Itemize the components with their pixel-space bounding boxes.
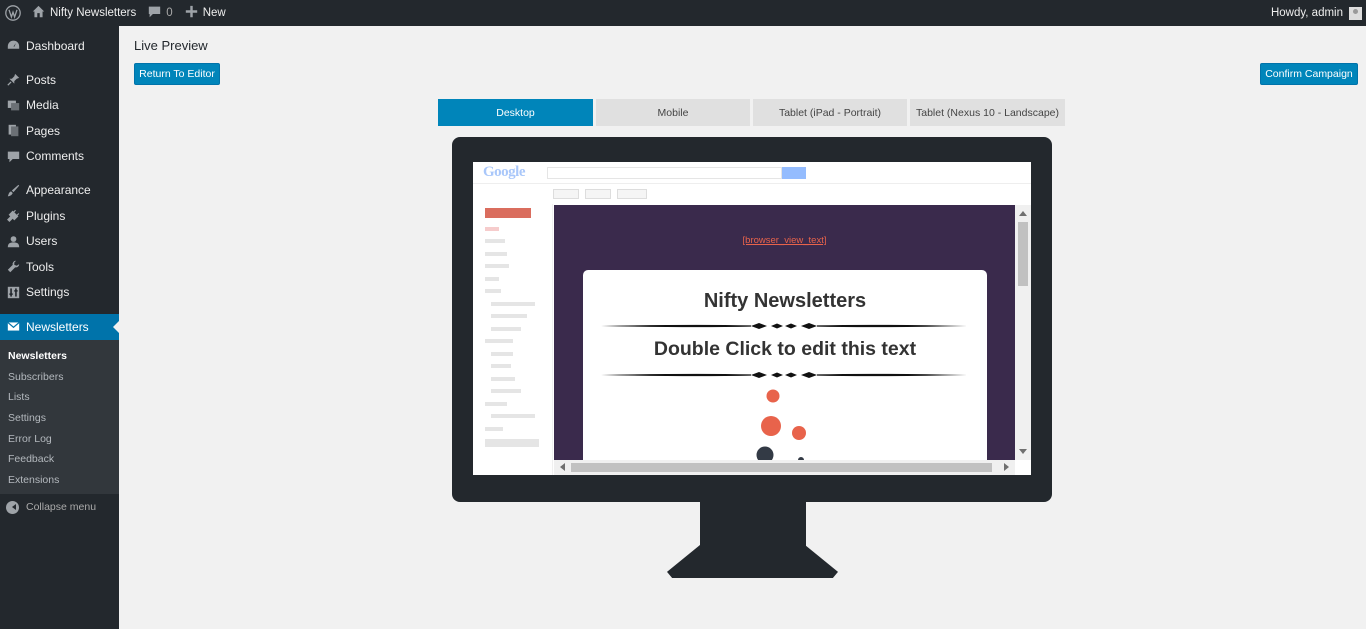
mail-client-logo-text: Google xyxy=(483,164,526,180)
preview-screen: Google [browser_view_text] Nifty Newslet… xyxy=(473,162,1031,475)
media-icon xyxy=(6,98,20,112)
new-label: New xyxy=(202,7,226,19)
wrench-icon xyxy=(6,260,20,274)
sidebar-item-settings[interactable]: Settings xyxy=(0,280,119,306)
vertical-scrollbar[interactable] xyxy=(1015,205,1031,460)
mail-toolbar xyxy=(473,184,1031,204)
sidebar-item-dashboard[interactable]: Dashboard xyxy=(0,33,119,59)
vertical-scroll-thumb[interactable] xyxy=(1018,222,1028,286)
collapse-menu-button[interactable]: Collapse menu xyxy=(0,494,119,520)
newsletters-submenu: Newsletters Subscribers Lists Settings E… xyxy=(0,339,119,495)
home-icon xyxy=(32,5,50,21)
mail-sidebar xyxy=(473,204,553,475)
sidebar-item-pages[interactable]: Pages xyxy=(0,118,119,144)
tab-desktop[interactable]: Desktop xyxy=(438,99,593,126)
plus-icon xyxy=(185,5,203,21)
submenu-item-feedback[interactable]: Feedback xyxy=(0,449,119,470)
sidebar-item-label: Tools xyxy=(26,259,55,274)
return-to-editor-button[interactable]: Return To Editor xyxy=(134,63,220,85)
scroll-right-arrow-icon[interactable] xyxy=(1004,463,1009,471)
site-name: Nifty Newsletters xyxy=(50,7,137,19)
comment-icon xyxy=(6,149,20,163)
sidebar-item-label: Dashboard xyxy=(26,38,85,53)
horizontal-scroll-thumb[interactable] xyxy=(571,463,992,472)
sidebar-item-label: Appearance xyxy=(26,183,91,198)
comments-count: 0 xyxy=(166,7,173,19)
site-name-link[interactable]: Nifty Newsletters xyxy=(26,0,142,26)
sidebar-item-label: Posts xyxy=(26,72,57,87)
tab-tablet-nexus-landscape[interactable]: Tablet (Nexus 10 - Landscape) xyxy=(910,99,1065,126)
browser-view-link[interactable]: [browser_view_text] xyxy=(554,235,1015,246)
tab-tablet-ipad-portrait[interactable]: Tablet (iPad - Portrait) xyxy=(753,99,907,126)
plug-icon xyxy=(6,209,20,223)
mail-toolbar-button xyxy=(617,189,647,199)
monitor-stand-base xyxy=(667,544,838,578)
new-content-link[interactable]: New xyxy=(179,0,232,26)
sidebar-item-label: Comments xyxy=(26,149,85,164)
sidebar-item-label: Plugins xyxy=(26,208,66,223)
mail-client-header: Google xyxy=(473,162,1031,184)
sidebar-item-newsletters[interactable]: Newsletters xyxy=(0,313,119,340)
submenu-item-subscribers[interactable]: Subscribers xyxy=(0,366,119,387)
submenu-item-extensions[interactable]: Extensions xyxy=(0,470,119,491)
brush-icon xyxy=(6,183,20,197)
sidebar-item-plugins[interactable]: Plugins xyxy=(0,203,119,229)
sidebar-item-posts[interactable]: Posts xyxy=(0,67,119,93)
sidebar-item-appearance[interactable]: Appearance xyxy=(0,178,119,204)
mail-client-logo: Google xyxy=(483,164,526,181)
scroll-down-arrow-icon[interactable] xyxy=(1019,449,1027,454)
sidebar-item-label: Settings xyxy=(26,285,70,300)
my-account[interactable]: Howdy, admin xyxy=(1270,6,1366,20)
mail-compose-button xyxy=(485,208,531,218)
sidebar-item-comments[interactable]: Comments xyxy=(0,144,119,170)
scroll-left-arrow-icon[interactable] xyxy=(560,463,565,471)
mail-toolbar-button xyxy=(585,189,611,199)
horizontal-scrollbar[interactable] xyxy=(554,460,1015,475)
submenu-item-settings[interactable]: Settings xyxy=(0,408,119,429)
scroll-up-arrow-icon[interactable] xyxy=(1019,211,1027,216)
howdy-text: Howdy, admin xyxy=(1270,7,1343,19)
sidebar-item-label: Users xyxy=(26,234,58,249)
submenu-item-error-log[interactable]: Error Log xyxy=(0,428,119,449)
dashboard-icon xyxy=(6,39,20,53)
avatar xyxy=(1349,6,1362,20)
sidebar-item-label: Newsletters xyxy=(26,319,89,334)
sidebar-item-users[interactable]: Users xyxy=(0,229,119,255)
device-tabs: Desktop Mobile Tablet (iPad - Portrait) … xyxy=(438,99,1068,126)
collapse-arrow-icon xyxy=(6,500,19,514)
tab-mobile[interactable]: Mobile xyxy=(596,99,750,126)
submenu-item-newsletters[interactable]: Newsletters xyxy=(0,346,119,367)
user-icon xyxy=(6,234,20,248)
admin-sidebar: Dashboard Posts Media Pages Comments App… xyxy=(0,26,119,629)
comments-link[interactable]: 0 xyxy=(142,0,178,26)
wordpress-logo-icon[interactable] xyxy=(0,0,26,26)
sidebar-item-tools[interactable]: Tools xyxy=(0,254,119,280)
pin-icon xyxy=(6,73,20,87)
collapse-menu-label: Collapse menu xyxy=(26,501,97,514)
admin-bar: Nifty Newsletters 0 New Howdy, admin xyxy=(0,0,1366,26)
settings-icon xyxy=(6,285,20,299)
decorative-dots-graphic xyxy=(756,389,806,460)
sidebar-item-label: Media xyxy=(26,98,59,113)
sidebar-item-label: Pages xyxy=(26,123,61,138)
sidebar-item-media[interactable]: Media xyxy=(0,93,119,119)
email-preview-area: [browser_view_text] Nifty Newsletters Do… xyxy=(554,205,1015,460)
mail-toolbar-button xyxy=(553,189,579,199)
envelope-icon xyxy=(6,320,20,334)
submenu-item-lists[interactable]: Lists xyxy=(0,387,119,408)
page-title: Live Preview xyxy=(134,38,208,53)
mail-search-button xyxy=(782,166,806,179)
monitor-stand-neck xyxy=(700,500,806,550)
mail-search-box xyxy=(547,166,782,179)
confirm-campaign-button[interactable]: Confirm Campaign xyxy=(1260,63,1358,85)
main-content: Live Preview Return To Editor Confirm Ca… xyxy=(119,26,1366,629)
pages-icon xyxy=(6,124,20,138)
newsletter-card: Nifty Newsletters Double Click to edit t… xyxy=(583,270,987,460)
comment-bubble-icon xyxy=(148,5,166,21)
desktop-monitor-frame: Google [browser_view_text] Nifty Newslet… xyxy=(452,137,1052,502)
